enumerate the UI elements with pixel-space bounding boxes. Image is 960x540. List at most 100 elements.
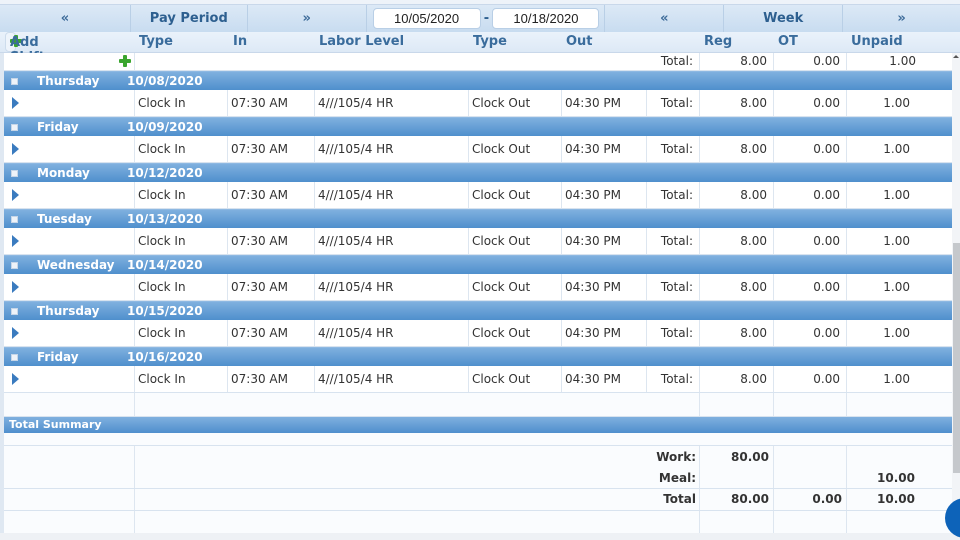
labor-level-cell[interactable]: 4///105/4 HR	[314, 136, 468, 162]
column-header-type-in[interactable]: Type	[139, 34, 173, 49]
reg-value: 8.00	[699, 366, 773, 392]
in-time-cell[interactable]: 07:30 AM	[227, 274, 314, 300]
type-in-cell[interactable]: Clock In	[134, 274, 227, 300]
type-out-cell[interactable]: Clock Out	[468, 320, 561, 346]
out-time-cell[interactable]: 04:30 PM	[561, 182, 646, 208]
add-shift-button[interactable]: Add Shift	[5, 32, 45, 65]
unpaid-value: 1.00	[846, 182, 952, 208]
expand-shift-icon[interactable]	[12, 189, 19, 201]
day-date: 10/16/2020	[127, 350, 203, 364]
day-select-checkbox[interactable]	[11, 216, 18, 223]
labor-level-cell[interactable]: 4///105/4 HR	[314, 366, 468, 392]
in-time-cell[interactable]: 07:30 AM	[227, 228, 314, 254]
column-header-unpaid[interactable]: Unpaid	[851, 34, 903, 49]
type-in-cell[interactable]: Clock In	[134, 182, 227, 208]
scroll-up-arrow-icon[interactable]	[953, 55, 959, 58]
labor-level-cell[interactable]: 4///105/4 HR	[314, 274, 468, 300]
total-summary-title: Total Summary	[9, 418, 102, 431]
vertical-scrollbar[interactable]	[952, 53, 960, 533]
expand-shift-icon[interactable]	[12, 373, 19, 385]
start-date-input[interactable]: 10/05/2020	[372, 8, 481, 29]
day-select-checkbox[interactable]	[11, 170, 18, 177]
pay-period-label[interactable]: Pay Period	[131, 5, 248, 32]
week-label[interactable]: Week	[724, 5, 844, 32]
type-in-cell[interactable]: Clock In	[134, 90, 227, 116]
expand-shift-icon[interactable]	[12, 143, 19, 155]
type-in-cell[interactable]: Clock In	[134, 366, 227, 392]
type-in-cell[interactable]: Clock In	[134, 320, 227, 346]
reg-value: 8.00	[699, 274, 773, 300]
ot-value: 0.00	[773, 53, 846, 70]
column-header-reg[interactable]: Reg	[704, 34, 732, 49]
day-name: Thursday	[37, 304, 100, 318]
expand-shift-icon[interactable]	[12, 327, 19, 339]
type-out-cell[interactable]: Clock Out	[468, 136, 561, 162]
out-time-cell[interactable]: 04:30 PM	[561, 90, 646, 116]
pay-period-next-button[interactable]: »	[248, 5, 367, 32]
out-time-cell[interactable]: 04:30 PM	[561, 136, 646, 162]
column-header-row: Add Shift Type In Labor Level Type Out R…	[0, 32, 960, 65]
labor-level-cell[interactable]: 4///105/4 HR	[314, 182, 468, 208]
expand-shift-icon[interactable]	[12, 281, 19, 293]
type-in-cell[interactable]: Clock In	[134, 136, 227, 162]
labor-level-cell[interactable]: 4///105/4 HR	[314, 228, 468, 254]
type-out-cell[interactable]: Clock Out	[468, 274, 561, 300]
column-header-in[interactable]: In	[233, 34, 247, 49]
unpaid-value: 1.00	[846, 53, 952, 70]
type-out-cell[interactable]: Clock Out	[468, 90, 561, 116]
ot-value: 0.00	[773, 274, 846, 300]
total-label: Total:	[646, 136, 699, 162]
type-in-cell[interactable]: Clock In	[134, 228, 227, 254]
column-header-out[interactable]: Out	[566, 34, 593, 49]
out-time-cell[interactable]: 04:30 PM	[561, 274, 646, 300]
labor-level-cell[interactable]: 4///105/4 HR	[314, 90, 468, 116]
in-time-cell[interactable]: 07:30 AM	[227, 320, 314, 346]
total-label: Total	[663, 492, 696, 506]
shift-row: Clock In 07:30 AM 4///105/4 HR Clock Out 04:…	[4, 228, 952, 255]
column-header-ot[interactable]: OT	[778, 34, 798, 49]
unpaid-value: 1.00	[846, 90, 952, 116]
type-out-cell[interactable]: Clock Out	[468, 228, 561, 254]
ot-value: 0.00	[773, 182, 846, 208]
week-next-button[interactable]: »	[843, 5, 960, 32]
day-select-checkbox[interactable]	[11, 308, 18, 315]
in-time-cell[interactable]: 07:30 AM	[227, 136, 314, 162]
in-time-cell[interactable]: 07:30 AM	[227, 366, 314, 392]
day-date: 10/15/2020	[127, 304, 203, 318]
day-select-checkbox[interactable]	[11, 354, 18, 361]
work-label: Work:	[656, 450, 696, 464]
day-select-checkbox[interactable]	[11, 78, 18, 85]
type-out-cell[interactable]: Clock Out	[468, 366, 561, 392]
out-time-cell[interactable]: 04:30 PM	[561, 228, 646, 254]
scrollbar-thumb[interactable]	[953, 243, 960, 473]
expand-shift-icon[interactable]	[12, 97, 19, 109]
column-header-type-out[interactable]: Type	[473, 34, 507, 49]
unpaid-value: 1.00	[846, 274, 952, 300]
day-header: Tuesday 10/13/2020	[4, 209, 952, 228]
week-prev-button[interactable]: «	[605, 5, 725, 32]
total-label: Total:	[646, 366, 699, 392]
labor-level-cell[interactable]: 4///105/4 HR	[314, 320, 468, 346]
type-out-cell[interactable]: Clock Out	[468, 182, 561, 208]
reg-value: 8.00	[699, 90, 773, 116]
day-select-checkbox[interactable]	[11, 124, 18, 131]
expand-shift-icon[interactable]	[12, 235, 19, 247]
day-header: Monday 10/12/2020	[4, 163, 952, 182]
partial-total-row: Total: 8.00 0.00 1.00	[4, 53, 952, 71]
out-time-cell[interactable]: 04:30 PM	[561, 320, 646, 346]
total-unpaid-value: 10.00	[877, 492, 915, 506]
summary-work-meal-row: Work: 80.00 Meal: 10.00	[4, 446, 952, 489]
column-header-labor-level[interactable]: Labor Level	[319, 34, 404, 49]
out-time-cell[interactable]: 04:30 PM	[561, 366, 646, 392]
day-name: Friday	[37, 120, 79, 134]
in-time-cell[interactable]: 07:30 AM	[227, 90, 314, 116]
day-select-checkbox[interactable]	[11, 262, 18, 269]
pay-period-prev-button[interactable]: «	[0, 5, 131, 32]
end-date-input[interactable]: 10/18/2020	[492, 8, 600, 29]
in-time-cell[interactable]: 07:30 AM	[227, 182, 314, 208]
reg-value: 8.00	[699, 53, 773, 70]
meal-unpaid-value: 10.00	[877, 471, 915, 485]
day-header: Friday 10/09/2020	[4, 117, 952, 136]
add-punch-icon[interactable]	[119, 55, 131, 67]
total-label: Total:	[646, 182, 699, 208]
